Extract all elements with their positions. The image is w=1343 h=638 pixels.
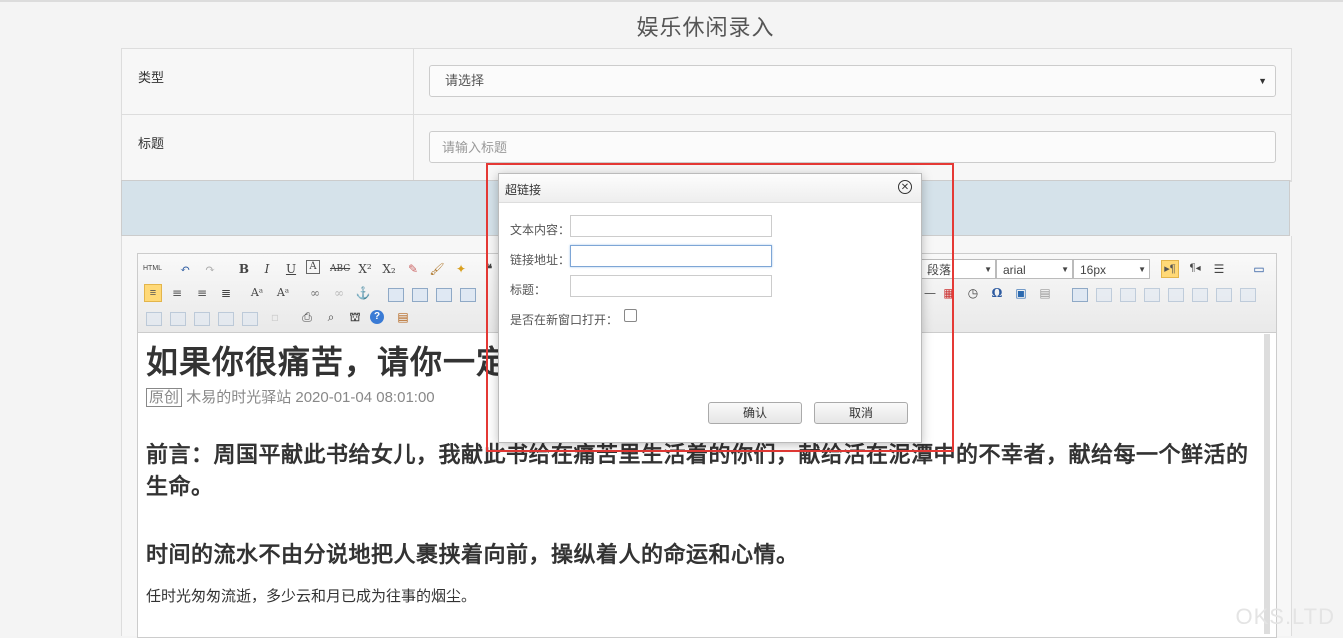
- title-input[interactable]: [429, 131, 1276, 163]
- hyperlink-dialog: 超链接 ✕ 文本内容： 链接地址： 标题： 是否在新窗口打开： 确认 取消: [498, 173, 922, 443]
- draft-icon[interactable]: ▤: [394, 308, 412, 326]
- close-icon[interactable]: ✕: [898, 180, 912, 194]
- anchor-icon[interactable]: ⚓: [354, 284, 372, 302]
- search-replace-icon[interactable]: ⛫: [346, 308, 364, 326]
- align-justify-icon[interactable]: ≣: [217, 284, 235, 302]
- text-content-label: 文本内容：: [510, 223, 571, 237]
- merge-cells-icon[interactable]: [1240, 288, 1256, 302]
- type-label: 类型: [122, 49, 414, 114]
- type-row: 类型 请选择 ▼: [122, 49, 1291, 115]
- rtl-direction-icon[interactable]: ¶◂: [1186, 260, 1204, 278]
- cancel-button[interactable]: 取消: [814, 402, 908, 424]
- new-window-checkbox[interactable]: [624, 309, 637, 322]
- original-tag: 原创: [146, 388, 183, 407]
- strikethrough-icon[interactable]: ABC: [330, 260, 350, 278]
- type-select-value: 请选择: [445, 73, 485, 88]
- background-icon[interactable]: ▤: [1036, 284, 1054, 302]
- editor-scrollbar[interactable]: [1264, 334, 1270, 634]
- link-icon[interactable]: ∞: [306, 284, 324, 302]
- type-field: 请选择 ▼: [414, 49, 1291, 114]
- image-right-icon[interactable]: [436, 288, 452, 302]
- insert-row-icon[interactable]: [1144, 288, 1160, 302]
- split-cells-icon[interactable]: [194, 312, 210, 326]
- indent-icon[interactable]: ☰: [1210, 260, 1228, 278]
- print-icon[interactable]: ⎙: [298, 308, 316, 326]
- link-title-label: 标题：: [510, 283, 547, 297]
- font-border-icon[interactable]: A: [306, 260, 320, 274]
- underline-icon[interactable]: U: [282, 260, 300, 278]
- article-subheading: 时间的流水不由分说地把人裹挟着向前，操纵着人的命运和心情。: [146, 542, 799, 567]
- subscript-icon[interactable]: X₂: [380, 260, 398, 278]
- html-source-icon[interactable]: HTML: [143, 260, 162, 278]
- merge-down-icon[interactable]: [170, 312, 186, 326]
- dialog-title: 超链接: [505, 183, 542, 197]
- image-center-icon[interactable]: [460, 288, 476, 302]
- chevron-down-icon: ▼: [1061, 265, 1069, 274]
- watermark: OKS.LTD: [1235, 604, 1335, 629]
- chevron-down-icon: ▼: [1258, 76, 1267, 86]
- redo-icon[interactable]: ↷: [201, 260, 219, 278]
- confirm-button[interactable]: 确认: [708, 402, 802, 424]
- insert-paragraph-icon[interactable]: [1120, 288, 1136, 302]
- article-paragraph: 任时光匆匆流逝，多少云和月已成为往事的烟尘。: [146, 588, 477, 605]
- new-window-label: 是否在新窗口打开：: [510, 313, 619, 327]
- font-family-select[interactable]: arial ▼: [996, 259, 1073, 279]
- format-brush-icon[interactable]: 🖌: [428, 260, 446, 278]
- split-rows-icon[interactable]: [218, 312, 234, 326]
- text-content-input[interactable]: [570, 215, 772, 237]
- chevron-down-icon: ▼: [1138, 265, 1146, 274]
- superscript-icon[interactable]: X²: [356, 260, 374, 278]
- undo-icon[interactable]: ↶: [176, 260, 194, 278]
- page-title: 娱乐休闲录入: [636, 15, 775, 40]
- bold-icon[interactable]: B: [235, 260, 253, 278]
- unlink-icon[interactable]: ∞: [330, 284, 348, 302]
- entry-form: 类型 请选择 ▼ 标题: [121, 48, 1292, 182]
- uppercase-icon[interactable]: Aᵃ: [248, 284, 266, 302]
- eraser-icon[interactable]: ✎: [404, 260, 422, 278]
- split-cols-icon[interactable]: [242, 312, 258, 326]
- font-size-select-value: 16px: [1080, 263, 1107, 277]
- delete-table-icon[interactable]: [1096, 288, 1112, 302]
- insert-col-icon[interactable]: [1192, 288, 1208, 302]
- image-left-icon[interactable]: [412, 288, 428, 302]
- help-icon[interactable]: ?: [370, 310, 384, 324]
- merge-right-icon[interactable]: [146, 312, 162, 326]
- ltr-direction-icon[interactable]: ▸¶: [1161, 260, 1179, 278]
- preview-icon[interactable]: ⌕: [322, 308, 340, 326]
- lowercase-icon[interactable]: Aᵃ: [274, 284, 292, 302]
- template-icon[interactable]: ▣: [1012, 284, 1030, 302]
- fullscreen-icon[interactable]: ▭: [1250, 260, 1268, 278]
- align-right-icon[interactable]: ≡: [193, 284, 211, 302]
- italic-icon[interactable]: I: [258, 260, 276, 278]
- top-border: [0, 0, 1343, 2]
- special-char-icon[interactable]: Ω: [988, 284, 1006, 302]
- delete-col-icon[interactable]: [1216, 288, 1232, 302]
- author-date: 木易的时光驿站 2020-01-04 08:01:00: [186, 389, 435, 406]
- font-family-select-value: arial: [1003, 263, 1026, 277]
- dialog-header: 超链接 ✕: [499, 174, 921, 203]
- font-size-select[interactable]: 16px ▼: [1073, 259, 1150, 279]
- link-url-input[interactable]: [570, 245, 772, 267]
- align-left-icon[interactable]: ≡: [144, 284, 162, 302]
- link-title-input[interactable]: [570, 275, 772, 297]
- image-none-icon[interactable]: [388, 288, 404, 302]
- align-center-icon[interactable]: ≡: [168, 284, 186, 302]
- chart-icon[interactable]: ▫: [266, 308, 284, 326]
- insert-table-icon[interactable]: [1072, 288, 1088, 302]
- delete-row-icon[interactable]: [1168, 288, 1184, 302]
- auto-format-icon[interactable]: ✦: [452, 260, 470, 278]
- type-select[interactable]: 请选择 ▼: [429, 65, 1276, 97]
- chevron-down-icon: ▼: [984, 265, 992, 274]
- title-label: 标题: [122, 115, 414, 180]
- link-url-label: 链接地址：: [510, 253, 571, 267]
- time-icon[interactable]: ◷: [964, 284, 982, 302]
